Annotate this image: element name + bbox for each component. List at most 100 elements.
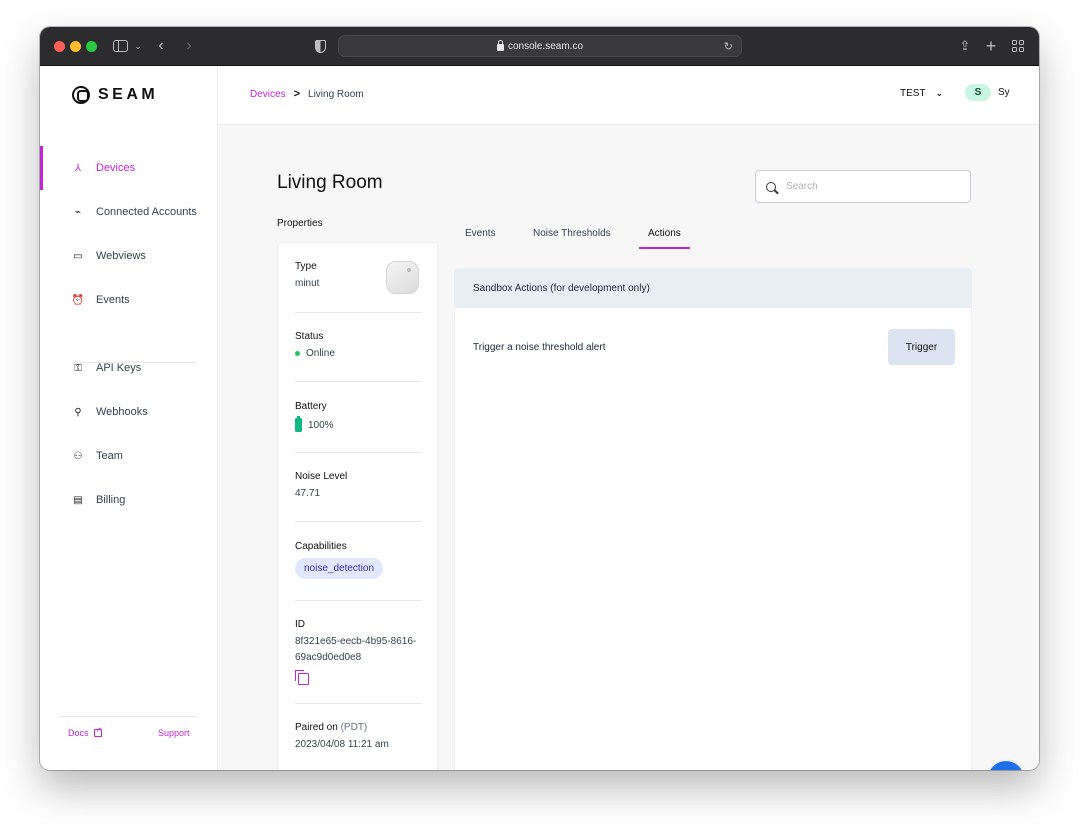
- search-icon: [766, 181, 776, 192]
- sidebar-toggle-icon[interactable]: [110, 37, 130, 55]
- breadcrumb-separator-icon: >: [293, 88, 301, 100]
- sidebar-item-label: Webhooks: [96, 406, 148, 418]
- forward-arrow-icon[interactable]: ›: [182, 37, 196, 55]
- prop-value: 47.71: [295, 488, 321, 499]
- brand-name: SEAM: [98, 86, 159, 103]
- online-status-icon: [295, 351, 300, 356]
- minimize-window-button[interactable]: [70, 41, 81, 52]
- address-bar[interactable]: console.seam.co ↻: [338, 35, 742, 57]
- copy-icon[interactable]: [295, 670, 309, 685]
- breadcrumb-current: Living Room: [308, 88, 364, 100]
- prop-label: ID: [295, 619, 305, 630]
- sidebar-item-label: Team: [96, 450, 123, 462]
- timezone-label: (PDT): [340, 722, 368, 733]
- chevron-down-icon[interactable]: ⌄: [132, 37, 144, 55]
- plug-icon: ⌁: [74, 206, 82, 218]
- workspace-name: TEST: [900, 88, 926, 99]
- sidebar-item-label: Billing: [96, 494, 126, 506]
- divider: [295, 452, 421, 453]
- close-window-button[interactable]: [54, 41, 65, 52]
- sidebar-item-webhooks[interactable]: ⚲ Webhooks: [40, 395, 218, 429]
- tab-events[interactable]: Events: [465, 220, 496, 250]
- tab-overview-icon[interactable]: [1010, 37, 1026, 55]
- prop-capabilities: Capabilities noise_detection: [295, 541, 421, 579]
- prop-paired-on: Paired on (PDT) 2023/04/08 11:21 am: [295, 722, 421, 750]
- team-icon: ⚇: [73, 450, 83, 462]
- sidebar-item-devices[interactable]: ⅄ Devices: [40, 146, 218, 190]
- prop-value: Online: [295, 348, 421, 359]
- trigger-button[interactable]: Trigger: [888, 329, 955, 365]
- privacy-shield-icon[interactable]: [313, 37, 327, 55]
- docs-link[interactable]: Docs: [68, 726, 102, 738]
- divider: [295, 521, 421, 522]
- prop-id: ID 8f321e65-eecb-4b95-8616-69ac9d0ed0e8: [295, 619, 421, 685]
- prop-label: Capabilities: [295, 541, 347, 552]
- browser-window: ⌄ ‹ › console.seam.co ↻ ⇪ + SEAM ⅄ Devic…: [40, 27, 1039, 770]
- sidebar-item-api-keys[interactable]: ⚿ API Keys: [40, 351, 218, 385]
- top-bar: Devices > Living Room TEST ⌄ S Sy: [218, 66, 1039, 125]
- tab-noise-thresholds[interactable]: Noise Thresholds: [533, 220, 611, 250]
- external-link-icon: [93, 726, 102, 737]
- devices-icon: ⅄: [74, 162, 82, 174]
- divider: [295, 703, 421, 704]
- battery-value: 100%: [308, 419, 334, 431]
- tab-actions[interactable]: Actions: [639, 220, 690, 250]
- app: SEAM ⅄ Devices ⌁ Connected Accounts ▭ We…: [40, 66, 1039, 770]
- divider: [295, 381, 421, 382]
- actions-panel: Sandbox Actions (for development only) T…: [454, 268, 972, 770]
- new-tab-icon[interactable]: +: [984, 36, 998, 56]
- sidebar-item-label: Devices: [96, 162, 136, 174]
- avatar: S: [965, 84, 991, 101]
- sidebar-item-billing[interactable]: ▤ Billing: [40, 483, 218, 517]
- share-icon[interactable]: ⇪: [958, 37, 972, 55]
- divider: [295, 312, 421, 313]
- prop-value: 2023/04/08 11:21 am: [295, 739, 389, 750]
- sidebar-item-label: API Keys: [96, 362, 142, 374]
- paired-label: Paired on: [295, 722, 338, 733]
- seam-logo[interactable]: SEAM: [72, 86, 158, 104]
- breadcrumb-devices-link[interactable]: Devices: [250, 89, 286, 100]
- alarm-icon: ⏰: [71, 294, 85, 306]
- main-content: Living Room Properties Type minut Status…: [218, 125, 1039, 770]
- prop-label: Paired on (PDT): [295, 722, 421, 733]
- footer-divider: [60, 716, 196, 717]
- sidebar-item-webviews[interactable]: ▭ Webviews: [40, 239, 218, 273]
- action-label: Trigger a noise threshold alert: [473, 341, 606, 353]
- url-text: console.seam.co: [507, 40, 584, 52]
- sidebar-item-connected-accounts[interactable]: ⌁ Connected Accounts: [40, 195, 218, 229]
- battery-icon: [295, 416, 302, 432]
- panel-header: Sandbox Actions (for development only): [455, 269, 971, 308]
- prop-battery: Battery 100%: [295, 401, 421, 432]
- sidebar-item-team[interactable]: ⚇ Team: [40, 439, 218, 473]
- reload-icon[interactable]: ↻: [724, 40, 733, 53]
- prop-label: Battery: [295, 401, 327, 412]
- user-name: Sy: [998, 87, 1010, 98]
- prop-noise-level: Noise Level 47.71: [295, 471, 421, 499]
- webhook-icon: ⚲: [74, 406, 82, 418]
- device-image: [386, 261, 419, 294]
- search-box[interactable]: [755, 170, 971, 203]
- docs-label: Docs: [68, 728, 89, 738]
- status-value: Online: [306, 348, 335, 359]
- device-id-value: 8f321e65-eecb-4b95-8616-69ac9d0ed0e8: [295, 636, 417, 663]
- seam-logo-icon: [72, 86, 90, 104]
- back-arrow-icon[interactable]: ‹: [154, 37, 168, 55]
- sidebar-item-label: Webviews: [96, 250, 146, 262]
- user-menu[interactable]: S Sy: [965, 84, 1010, 101]
- support-label: Support: [158, 728, 190, 738]
- zoom-window-button[interactable]: [86, 41, 97, 52]
- sidebar-item-label: Connected Accounts: [96, 206, 197, 218]
- workspace-switcher[interactable]: TEST ⌄: [900, 88, 943, 99]
- divider: [295, 600, 421, 601]
- prop-value: 100%: [295, 416, 421, 432]
- support-link[interactable]: Support: [158, 728, 190, 738]
- search-input[interactable]: [786, 181, 956, 192]
- prop-label: Status: [295, 331, 324, 342]
- sidebar-item-events[interactable]: ⏰ Events: [40, 283, 218, 317]
- sidebar: SEAM ⅄ Devices ⌁ Connected Accounts ▭ We…: [40, 66, 218, 770]
- credit-card-icon: ▤: [73, 494, 83, 506]
- action-row: Trigger a noise threshold alert Trigger: [473, 329, 955, 365]
- page-title: Living Room: [277, 172, 383, 193]
- chevron-down-icon: ⌄: [935, 88, 944, 98]
- window-icon: ▭: [73, 250, 83, 262]
